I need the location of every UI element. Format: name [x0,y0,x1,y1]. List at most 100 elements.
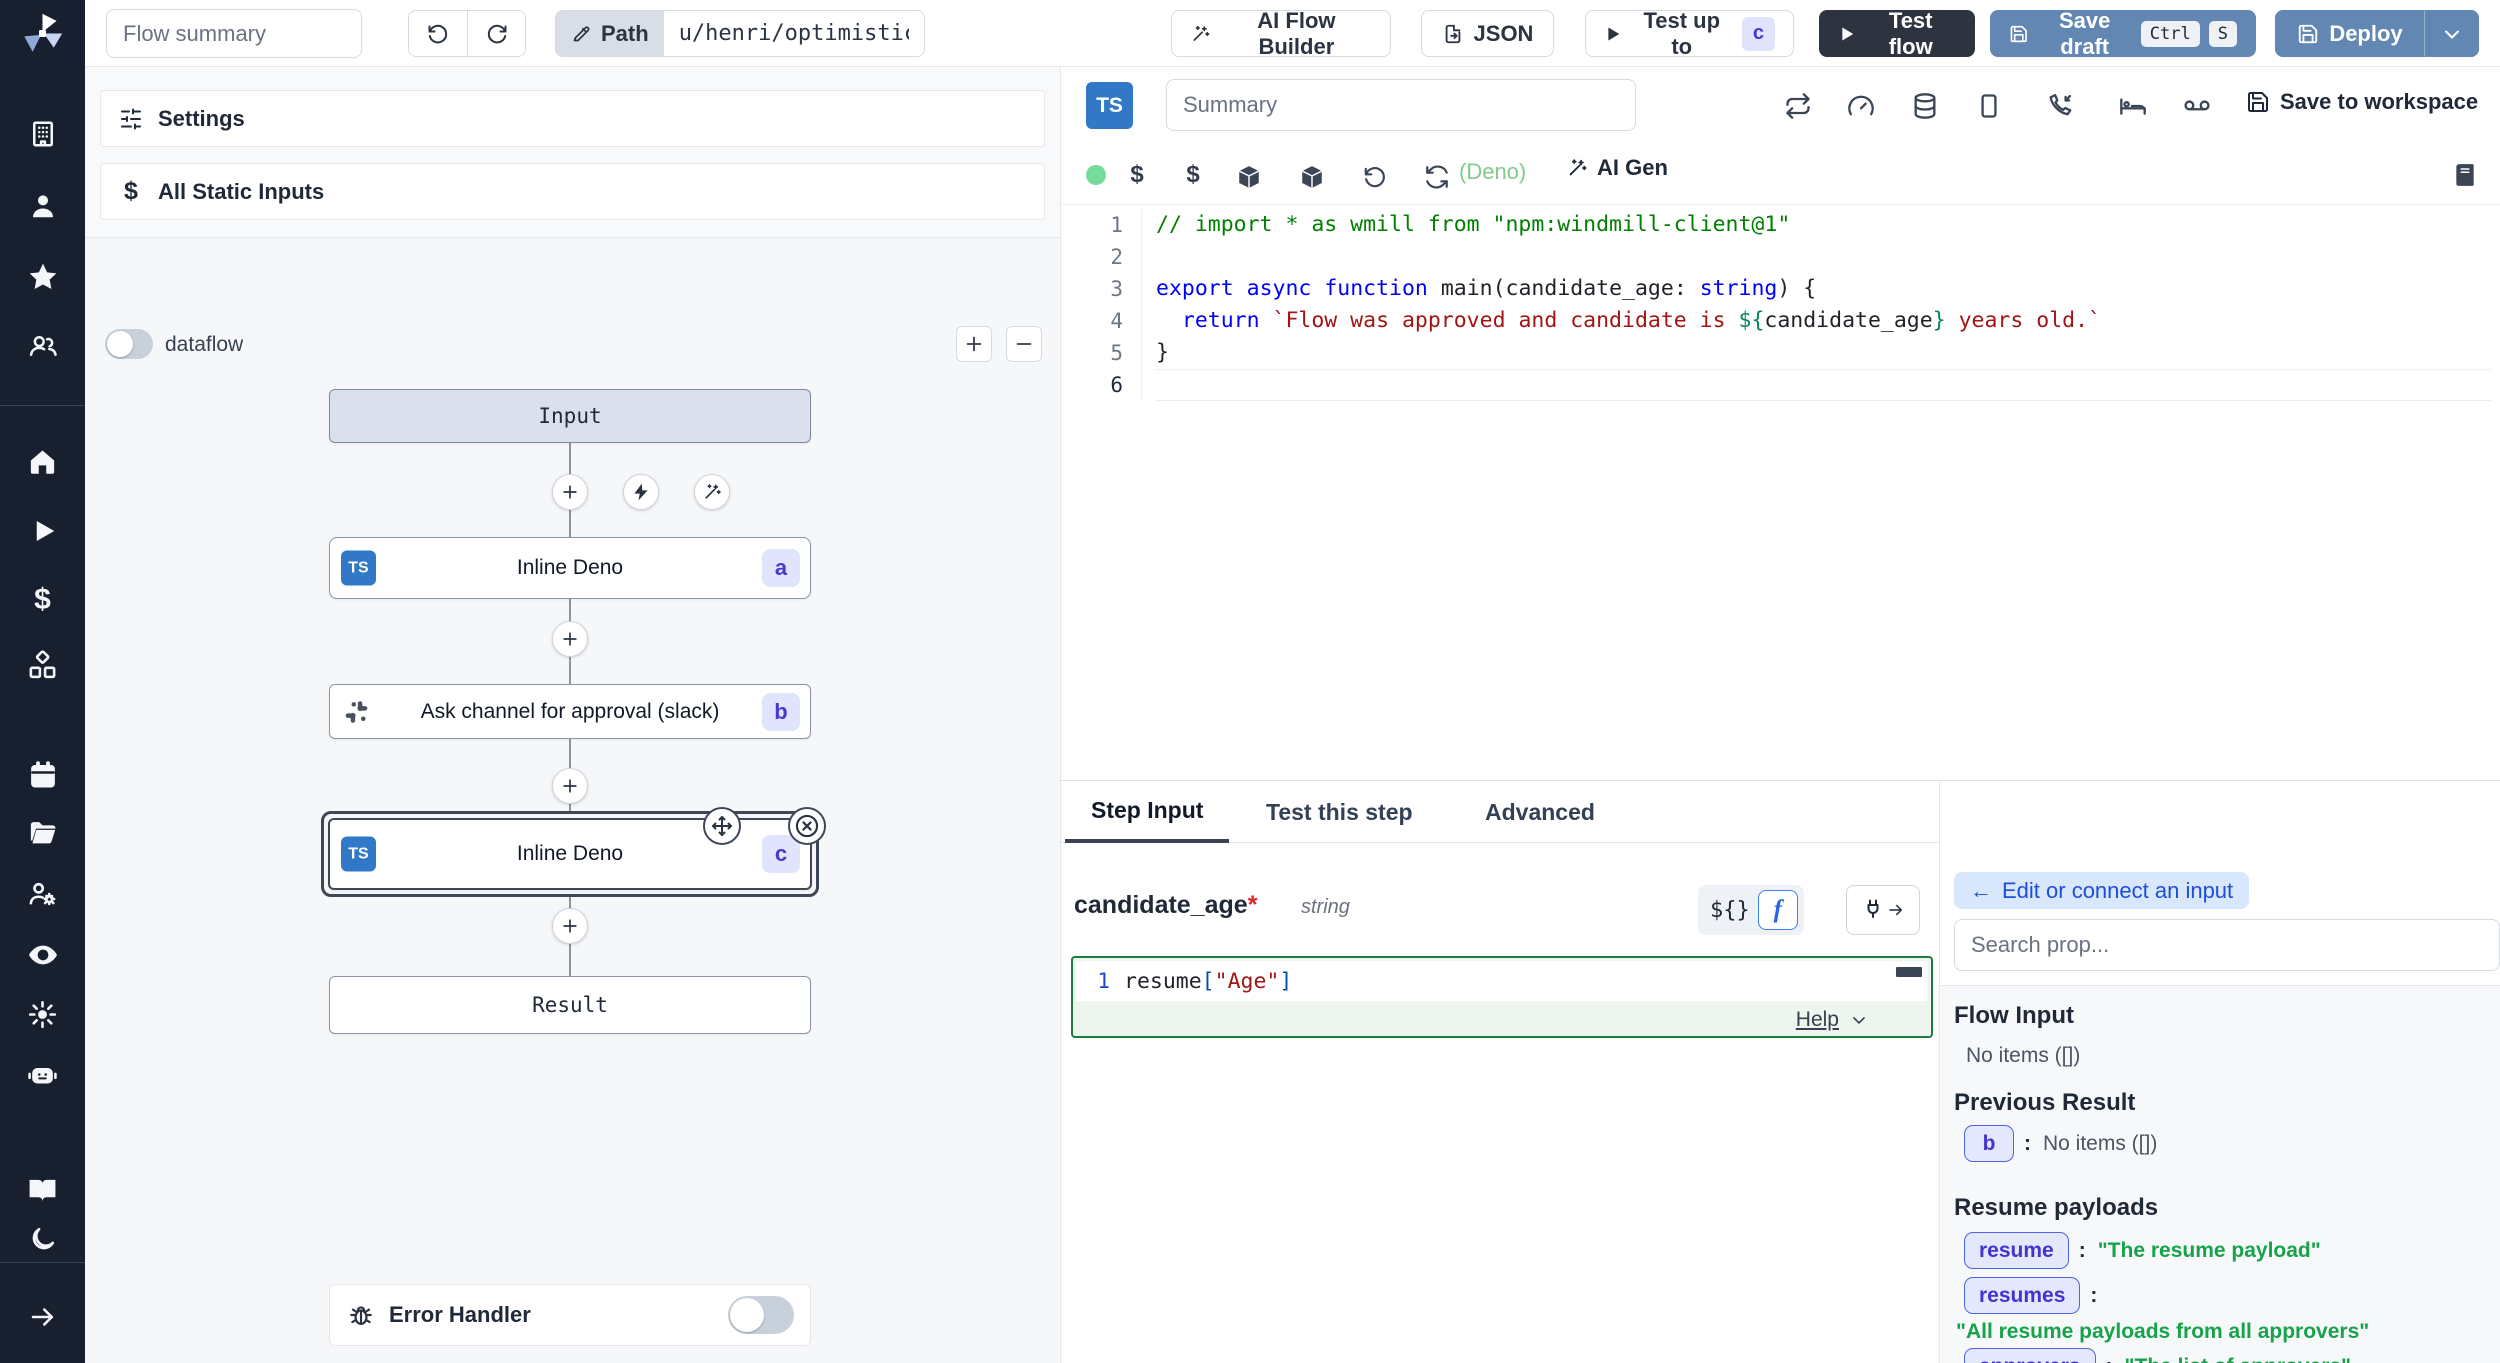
flow-settings-label: Settings [158,106,245,132]
insert-step-button[interactable] [552,768,588,804]
undo-button[interactable] [409,11,467,56]
path-edit-button[interactable]: Path [556,11,664,56]
sidebar-workers-icon[interactable] [24,875,61,912]
chevron-down-icon [2440,22,2464,46]
input-node[interactable]: Input [329,389,811,443]
sidebar-resources-icon[interactable] [24,647,61,684]
ai-flow-builder-button[interactable]: AI Flow Builder [1171,10,1391,57]
path-value-input[interactable] [664,11,924,56]
cache-database-icon[interactable] [1909,90,1941,122]
flow-summary-input[interactable] [106,9,362,58]
prop-badge-resumes[interactable]: resumes [1964,1277,2080,1314]
sidebar-variables-icon[interactable]: $ [24,581,61,618]
test-up-to-button[interactable]: Test up to c [1585,10,1794,57]
prop-search-input[interactable] [1954,919,2500,971]
error-handler-row[interactable]: Error Handler [329,1284,811,1346]
ai-gen-button[interactable]: AI Gen [1566,155,1668,181]
sidebar-settings-icon[interactable] [24,996,61,1033]
prop-badge-resume[interactable]: resume [1964,1232,2069,1269]
save-to-workspace-button[interactable]: Save to workspace [2246,89,2478,115]
wand-icon [1566,157,1588,179]
typescript-icon: TS [341,551,376,586]
concurrency-gauge-icon[interactable] [1845,90,1877,122]
field-name-label: candidate_age* [1074,891,1257,920]
resumes-row: resumes : [1964,1277,2109,1314]
retry-icon[interactable] [1782,90,1814,122]
sidebar-home-icon[interactable] [24,443,61,480]
redo-button[interactable] [467,11,525,56]
all-static-inputs-row[interactable]: $ All Static Inputs [100,163,1045,220]
mock-voicemail-icon[interactable] [2181,90,2213,122]
connect-input-button[interactable] [1846,885,1920,935]
wand-icon [702,482,722,502]
template-mode-button[interactable]: ${} [1710,898,1750,923]
tab-advanced[interactable]: Advanced [1485,781,1595,843]
edit-or-connect-button[interactable]: ← Edit or connect an input [1954,872,2249,909]
prop-badge-b[interactable]: b [1964,1125,2014,1162]
windmill-flow-builder: $ [0,0,2500,1363]
reload-language-icon[interactable] [1421,161,1453,193]
trigger-button[interactable] [623,474,659,510]
sidebar-schedules-icon[interactable] [24,756,61,793]
ai-flow-builder-label: AI Flow Builder [1221,8,1372,60]
sidebar-expand-icon[interactable] [24,1298,61,1335]
code-editor[interactable]: 123456 // import * as wmill from "npm:wi… [1061,205,2500,780]
previous-result-empty: No items ([]) [2043,1132,2157,1156]
javascript-mode-button[interactable]: f [1758,890,1798,930]
package-icon[interactable] [1233,161,1265,193]
json-button[interactable]: JSON [1421,10,1554,57]
sidebar-folders-icon[interactable] [24,814,61,851]
step-node-a-badge: a [762,549,800,587]
expression-editor[interactable]: 1 resume["Age"] Help [1071,956,1933,1038]
step-summary-input[interactable] [1166,79,1636,131]
step-node-c-selection-ring: TS Inline Deno c [321,811,819,897]
test-flow-button[interactable]: Test flow [1819,10,1975,57]
package-icon[interactable] [1296,161,1328,193]
tab-step-input[interactable]: Step Input [1065,781,1229,843]
early-stop-icon[interactable] [1973,90,2005,122]
deploy-more-button[interactable] [2425,10,2479,57]
help-link[interactable]: Help [1796,1008,1869,1032]
sidebar-favorites-icon[interactable] [24,258,61,295]
zoom-out-button[interactable] [1006,326,1042,362]
status-dot-icon [1086,165,1106,185]
sidebar-ai-icon[interactable] [24,1056,61,1093]
sleep-bed-icon[interactable] [2117,90,2149,122]
sidebar-user-icon[interactable] [24,187,61,224]
zoom-in-button[interactable] [956,326,992,362]
sidebar-audit-icon[interactable] [24,936,61,973]
save-icon [2246,90,2270,114]
prop-badge-approvers[interactable]: approvers [1964,1348,2096,1363]
windmill-logo-icon[interactable] [20,11,65,56]
step-node-a[interactable]: TS Inline Deno a [329,537,811,599]
suspend-phone-icon[interactable] [2044,90,2076,122]
save-draft-button[interactable]: Save draft Ctrl S [1990,10,2256,57]
resource-picker-icon[interactable]: $ [1177,159,1209,191]
move-step-button[interactable] [703,807,741,845]
sidebar-community-icon[interactable] [24,327,61,364]
plus-icon [560,916,580,936]
error-handler-toggle[interactable] [728,1296,794,1334]
sidebar-docs-icon[interactable] [24,1171,61,1208]
insert-step-button[interactable] [552,908,588,944]
dataflow-toggle[interactable] [105,329,153,359]
expr-line-number: 1 [1076,969,1124,993]
library-book-icon[interactable] [2449,159,2481,191]
variable-picker-icon[interactable]: $ [1121,159,1153,191]
insert-step-button[interactable] [552,621,588,657]
sidebar-theme-moon-icon[interactable] [24,1221,61,1258]
deploy-button[interactable]: Deploy [2275,10,2425,57]
prop-picker: Flow Input No items ([]) Previous Result… [1940,985,2500,1363]
delete-step-button[interactable] [788,807,826,845]
insert-step-button[interactable] [552,474,588,510]
edit-or-connect-label: Edit or connect an input [2002,878,2233,904]
deno-language-label[interactable]: (Deno) [1459,159,1526,185]
step-node-b[interactable]: Ask channel for approval (slack) b [329,684,811,739]
sidebar-runs-icon[interactable] [24,512,61,549]
sidebar-workspace-icon[interactable] [24,115,61,152]
flow-settings-row[interactable]: Settings [100,90,1045,147]
ai-suggest-button[interactable] [694,474,730,510]
tab-test-this-step[interactable]: Test this step [1266,781,1413,843]
reset-undo-icon[interactable] [1359,161,1391,193]
result-node[interactable]: Result [329,976,811,1034]
